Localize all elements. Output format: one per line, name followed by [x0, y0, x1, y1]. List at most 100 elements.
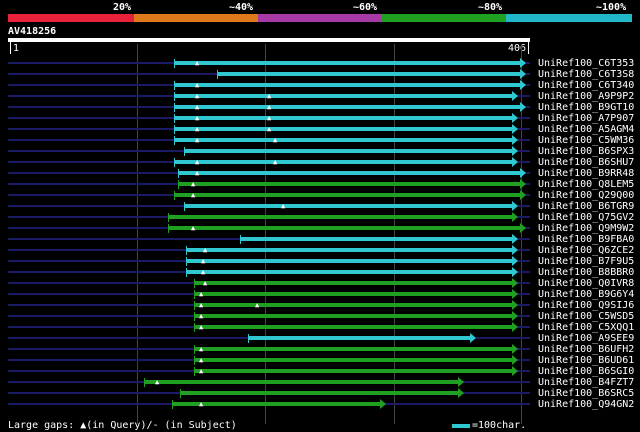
alignment-bar[interactable] — [184, 204, 512, 208]
alignment-bar[interactable] — [240, 237, 512, 241]
hit-name[interactable]: UniRef100_B9GT10 — [538, 102, 634, 113]
hit-row[interactable]: ▲ UniRef100_B4FZT7 — [0, 377, 640, 388]
hit-row[interactable]: ▲ UniRef100_C5XQQ1 — [0, 322, 640, 333]
alignment-bar[interactable] — [174, 116, 512, 120]
alignment-bar[interactable] — [174, 105, 520, 109]
alignment-bar[interactable] — [168, 226, 520, 230]
hit-name[interactable]: UniRef100_Q6ZCE2 — [538, 245, 634, 256]
alignment-bar[interactable] — [217, 72, 520, 76]
alignment-bar[interactable] — [178, 171, 520, 175]
alignment-bar[interactable] — [184, 149, 512, 153]
hit-row[interactable]: ▲ UniRef100_Q29Q00 — [0, 190, 640, 201]
hit-row[interactable]: ▲ ▲ UniRef100_A7P907 — [0, 113, 640, 124]
hit-row[interactable]: ▲ UniRef100_C6T353 — [0, 58, 640, 69]
alignment-bar[interactable] — [194, 347, 512, 351]
hit-name[interactable]: UniRef100_B7F9U5 — [538, 256, 634, 267]
alignment-bar[interactable] — [194, 369, 512, 373]
alignment-bar[interactable] — [174, 193, 520, 197]
hit-name[interactable]: UniRef100_C5XQQ1 — [538, 322, 634, 333]
hit-name[interactable]: UniRef100_A9P9P2 — [538, 91, 634, 102]
hit-name[interactable]: UniRef100_Q0IVR8 — [538, 278, 634, 289]
hit-name[interactable]: UniRef100_Q9SIJ6 — [538, 300, 634, 311]
hit-row[interactable]: ▲ UniRef100_C6T340 — [0, 80, 640, 91]
hit-row[interactable]: ▲ UniRef100_B9G6Y4 — [0, 289, 640, 300]
hit-name[interactable]: UniRef100_Q29Q00 — [538, 190, 634, 201]
hit-row[interactable]: UniRef100_B6SRC5 — [0, 388, 640, 399]
hit-row[interactable]: ▲ UniRef100_Q0IVR8 — [0, 278, 640, 289]
hit-name[interactable]: UniRef100_Q94GN2 — [538, 399, 634, 410]
alignment-bar[interactable] — [174, 160, 512, 164]
hit-name[interactable]: UniRef100_B6SGI0 — [538, 366, 634, 377]
hit-name[interactable]: UniRef100_B8BBR0 — [538, 267, 634, 278]
alignment-bar[interactable] — [248, 336, 470, 340]
hit-row[interactable]: ▲ UniRef100_Q9M9W2 — [0, 223, 640, 234]
hit-name[interactable]: UniRef100_C5WSD5 — [538, 311, 634, 322]
hit-row[interactable]: UniRef100_A9SEE9 — [0, 333, 640, 344]
alignment-bar[interactable] — [194, 303, 512, 307]
hit-name[interactable]: UniRef100_B6SPX3 — [538, 146, 634, 157]
hit-name[interactable]: UniRef100_B9FBA0 — [538, 234, 634, 245]
alignment-bar[interactable] — [168, 215, 512, 219]
alignment-arrow-icon — [512, 278, 518, 288]
hit-name[interactable]: UniRef100_A5AGM4 — [538, 124, 634, 135]
hit-row[interactable]: UniRef100_B9FBA0 — [0, 234, 640, 245]
hit-name[interactable]: UniRef100_B6SHU7 — [538, 157, 634, 168]
hit-row[interactable]: ▲ ▲ UniRef100_Q9SIJ6 — [0, 300, 640, 311]
hit-row[interactable]: ▲ UniRef100_B6UFH2 — [0, 344, 640, 355]
hit-name[interactable]: UniRef100_A9SEE9 — [538, 333, 634, 344]
hit-name[interactable]: UniRef100_B6UFH2 — [538, 344, 634, 355]
hit-row[interactable]: ▲ UniRef100_Q94GN2 — [0, 399, 640, 410]
hit-row[interactable]: ▲ UniRef100_Q8LEM5 — [0, 179, 640, 190]
hit-row[interactable]: UniRef100_Q75GV2 — [0, 212, 640, 223]
query-gap-icon: ▲ — [199, 367, 204, 375]
hit-row[interactable]: ▲ ▲ UniRef100_C5WM36 — [0, 135, 640, 146]
alignment-arrow-icon — [512, 289, 518, 299]
hit-name[interactable]: UniRef100_C6T340 — [538, 80, 634, 91]
alignment-bar[interactable] — [186, 270, 512, 274]
hit-name[interactable]: UniRef100_B6TGR9 — [538, 201, 634, 212]
hit-row[interactable]: ▲ ▲ UniRef100_A9P9P2 — [0, 91, 640, 102]
alignment-bar[interactable] — [194, 358, 512, 362]
alignment-bar[interactable] — [144, 380, 458, 384]
hit-row[interactable]: UniRef100_B6SPX3 — [0, 146, 640, 157]
hit-row[interactable]: ▲ ▲ UniRef100_A5AGM4 — [0, 124, 640, 135]
alignment-bar[interactable] — [194, 292, 512, 296]
hit-name[interactable]: UniRef100_C6T353 — [538, 58, 634, 69]
alignment-bar[interactable] — [194, 314, 512, 318]
hit-name[interactable]: UniRef100_Q9M9W2 — [538, 223, 634, 234]
alignment-bar[interactable] — [186, 259, 512, 263]
alignment-bar[interactable] — [174, 94, 512, 98]
alignment-bar[interactable] — [174, 127, 512, 131]
hit-name[interactable]: UniRef100_A7P907 — [538, 113, 634, 124]
alignment-bar[interactable] — [174, 138, 512, 142]
alignment-bar[interactable] — [174, 83, 520, 87]
hit-row[interactable]: ▲ ▲ UniRef100_B6SHU7 — [0, 157, 640, 168]
hit-name[interactable]: UniRef100_B9G6Y4 — [538, 289, 634, 300]
hit-name[interactable]: UniRef100_Q8LEM5 — [538, 179, 634, 190]
hit-name[interactable]: UniRef100_B9RR48 — [538, 168, 634, 179]
ruler-start-tick — [10, 42, 11, 54]
hit-row[interactable]: ▲ UniRef100_B9RR48 — [0, 168, 640, 179]
hit-row[interactable]: ▲ UniRef100_B7F9U5 — [0, 256, 640, 267]
alignment-bar[interactable] — [186, 248, 512, 252]
hit-row[interactable]: UniRef100_C6T3S8 — [0, 69, 640, 80]
hit-row[interactable]: ▲ UniRef100_B8BBR0 — [0, 267, 640, 278]
alignment-bar[interactable] — [194, 325, 512, 329]
hit-name[interactable]: UniRef100_B6SRC5 — [538, 388, 634, 399]
hit-row[interactable]: ▲ UniRef100_B6UD61 — [0, 355, 640, 366]
hit-row[interactable]: ▲ ▲ UniRef100_B9GT10 — [0, 102, 640, 113]
hit-row[interactable]: ▲ UniRef100_B6TGR9 — [0, 201, 640, 212]
hit-name[interactable]: UniRef100_Q75GV2 — [538, 212, 634, 223]
alignment-bar[interactable] — [178, 182, 520, 186]
hit-name[interactable]: UniRef100_B6UD61 — [538, 355, 634, 366]
alignment-bar[interactable] — [194, 281, 512, 285]
alignment-bar[interactable] — [180, 391, 458, 395]
hit-name[interactable]: UniRef100_C5WM36 — [538, 135, 634, 146]
hit-name[interactable]: UniRef100_C6T3S8 — [538, 69, 634, 80]
alignment-bar[interactable] — [174, 61, 520, 65]
hit-row[interactable]: ▲ UniRef100_C5WSD5 — [0, 311, 640, 322]
hit-row[interactable]: ▲ UniRef100_Q6ZCE2 — [0, 245, 640, 256]
hit-name[interactable]: UniRef100_B4FZT7 — [538, 377, 634, 388]
alignment-arrow-icon — [512, 201, 518, 211]
hit-row[interactable]: ▲ UniRef100_B6SGI0 — [0, 366, 640, 377]
